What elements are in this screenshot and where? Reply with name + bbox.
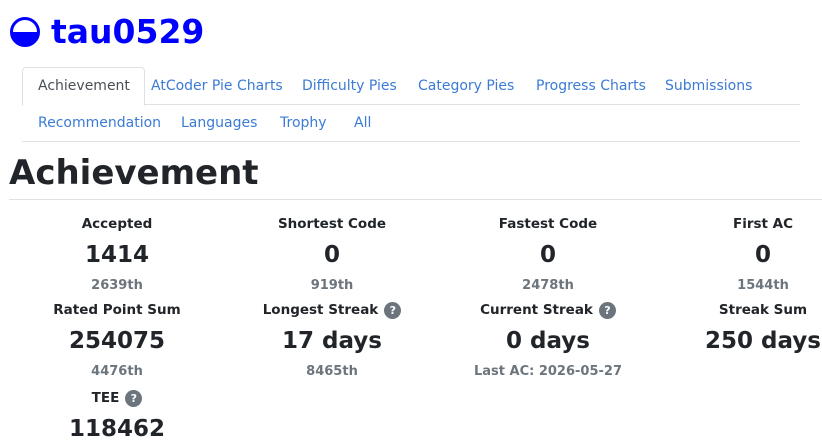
stat-shortest-code: Shortest Code 0 919th	[232, 215, 432, 295]
user-header: tau0529	[9, 10, 204, 54]
stat-rank: 2478th	[522, 278, 574, 293]
tab-languages[interactable]: Languages	[181, 114, 257, 132]
tab-category-pies[interactable]: Category Pies	[418, 77, 514, 95]
help-icon[interactable]: ?	[598, 301, 616, 319]
stat-label: Longest Streak ?	[232, 301, 432, 319]
tab-divider-second-row	[22, 141, 800, 142]
stat-fastest-code: Fastest Code 0 2478th	[448, 215, 648, 295]
stat-accepted: Accepted 1414 2639th	[17, 215, 217, 295]
tab-submissions[interactable]: Submissions	[665, 77, 752, 95]
tab-all[interactable]: All	[354, 114, 371, 132]
stat-label: First AC	[732, 216, 794, 232]
stat-rank: 919th	[310, 278, 354, 293]
stat-value: 254075	[68, 328, 166, 354]
stat-value: 0	[754, 242, 771, 268]
stat-value: 0	[323, 242, 340, 268]
tab-atcoder-pie-charts[interactable]: AtCoder Pie Charts	[151, 77, 283, 95]
stat-value: 250 days	[705, 328, 821, 354]
tab-recommendation[interactable]: Recommendation	[38, 114, 161, 132]
stat-rank: 8465th	[306, 364, 358, 379]
stat-label: Rated Point Sum	[53, 302, 181, 318]
stat-label: Accepted	[81, 216, 153, 232]
title-divider	[9, 199, 822, 200]
stat-value: 17 days	[282, 328, 382, 354]
stat-value: 118462	[68, 416, 166, 442]
stat-label: TEE ?	[17, 389, 217, 407]
stat-tee: TEE ? 118462	[17, 389, 217, 444]
stat-label: Shortest Code	[277, 216, 387, 232]
stat-label: Fastest Code	[498, 216, 598, 232]
stat-rated-point-sum: Rated Point Sum 254075 4476th	[17, 301, 217, 381]
stat-label: Streak Sum	[718, 302, 808, 318]
tab-progress-charts[interactable]: Progress Charts	[536, 77, 646, 95]
tab-trophy[interactable]: Trophy	[280, 114, 327, 132]
stat-longest-streak: Longest Streak ? 17 days 8465th	[232, 301, 432, 381]
page-title: Achievement	[9, 153, 259, 193]
user-name-link[interactable]: tau0529	[51, 10, 204, 54]
rank-circle-icon	[10, 17, 40, 47]
tab-achievement[interactable]: Achievement	[22, 67, 145, 106]
stat-rank: 4476th	[91, 364, 143, 379]
stat-rank: 2639th	[91, 278, 143, 293]
stat-value: 1414	[84, 242, 149, 268]
stat-label: Current Streak ?	[448, 301, 648, 319]
stat-first-ac: First AC 0 1544th	[663, 215, 822, 295]
help-icon[interactable]: ?	[125, 389, 143, 407]
help-icon[interactable]: ?	[384, 301, 402, 319]
tab-difficulty-pies[interactable]: Difficulty Pies	[302, 77, 397, 95]
stat-current-streak: Current Streak ? 0 days Last AC: 2026-05…	[448, 301, 648, 381]
stat-last-ac: Last AC: 2026-05-27	[473, 364, 622, 379]
stat-streak-sum: Streak Sum 250 days	[663, 301, 822, 356]
stat-value: 0 days	[506, 328, 590, 354]
stat-rank: 1544th	[737, 278, 789, 293]
stat-value: 0	[539, 242, 556, 268]
